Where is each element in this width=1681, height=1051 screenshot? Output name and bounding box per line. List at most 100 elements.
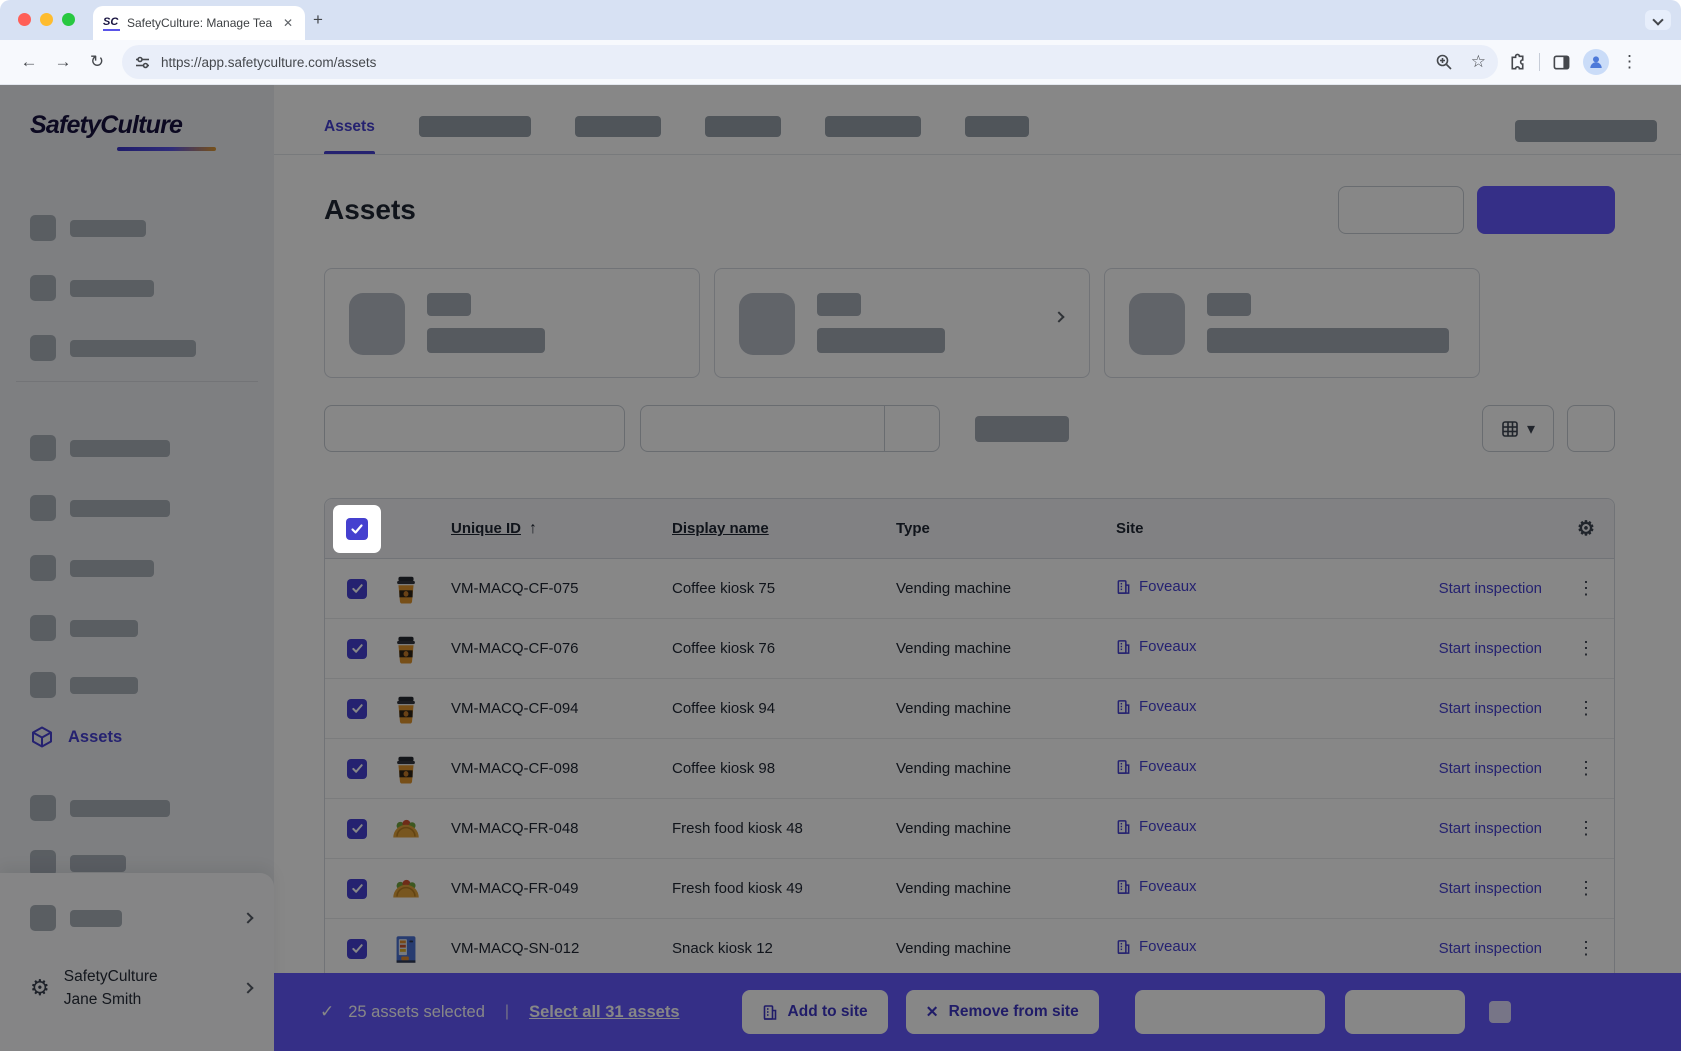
action-placeholder-button[interactable]	[1345, 990, 1465, 1034]
secondary-action-button[interactable]	[1338, 186, 1464, 234]
column-display-name[interactable]: Display name	[672, 520, 769, 537]
window-close-button[interactable]	[18, 13, 31, 26]
table-row[interactable]: VM-MACQ-FR-049 Fresh food kiosk 49 Vendi…	[325, 859, 1614, 919]
row-menu-icon[interactable]: ⋮	[1558, 938, 1614, 959]
building-icon	[1116, 699, 1131, 715]
table-settings-icon[interactable]: ⚙	[1577, 516, 1595, 541]
address-bar[interactable]: https://app.safetyculture.com/assets ☆	[122, 45, 1498, 79]
table-row[interactable]: VM-MACQ-SN-012 Snack kiosk 12 Vending ma…	[325, 919, 1614, 979]
asset-display-name: Coffee kiosk 76	[672, 640, 896, 657]
coffee-kiosk-icon	[389, 752, 423, 786]
filter-input-button[interactable]	[885, 406, 939, 451]
site-link[interactable]: Foveaux	[1116, 578, 1197, 595]
asset-type: Vending machine	[896, 940, 1116, 957]
asset-display-name: Coffee kiosk 75	[672, 580, 896, 597]
row-menu-icon[interactable]: ⋮	[1558, 758, 1614, 779]
column-unique-id[interactable]: Unique ID	[451, 520, 521, 537]
site-link[interactable]: Foveaux	[1116, 938, 1197, 955]
tab-search-button[interactable]	[1645, 10, 1671, 30]
sidebar-bottom-item[interactable]	[30, 905, 252, 931]
filter-input-field[interactable]	[641, 406, 885, 451]
select-all-checkbox[interactable]	[346, 518, 368, 540]
sidebar-item-label: Assets	[68, 728, 122, 747]
row-menu-icon[interactable]: ⋮	[1558, 878, 1614, 899]
start-inspection-link[interactable]: Start inspection	[1439, 760, 1542, 777]
asset-unique-id: VM-MACQ-CF-094	[451, 700, 672, 717]
site-link[interactable]: Foveaux	[1116, 818, 1197, 835]
start-inspection-link[interactable]: Start inspection	[1439, 820, 1542, 837]
building-icon	[1116, 579, 1131, 595]
start-inspection-link[interactable]: Start inspection	[1439, 940, 1542, 957]
row-checkbox[interactable]	[347, 699, 367, 719]
window-minimize-button[interactable]	[40, 13, 53, 26]
profile-avatar[interactable]	[1583, 49, 1609, 75]
url-text[interactable]: https://app.safetyculture.com/assets	[161, 55, 1435, 70]
zoom-page-icon[interactable]	[1435, 53, 1453, 71]
window-controls[interactable]	[18, 13, 75, 26]
row-checkbox[interactable]	[347, 639, 367, 659]
browser-menu-icon[interactable]: ⋮	[1621, 52, 1638, 72]
start-inspection-link[interactable]: Start inspection	[1439, 580, 1542, 597]
site-link[interactable]: Foveaux	[1116, 758, 1197, 775]
reload-button[interactable]: ↻	[82, 47, 112, 77]
card-icon-skeleton	[1129, 293, 1185, 355]
row-menu-icon[interactable]: ⋮	[1558, 698, 1614, 719]
start-inspection-link[interactable]: Start inspection	[1439, 880, 1542, 897]
extensions-icon[interactable]	[1508, 53, 1527, 72]
sidebar-skeleton-item	[30, 334, 196, 362]
row-checkbox[interactable]	[347, 579, 367, 599]
filter-input[interactable]	[640, 405, 940, 452]
add-to-site-button[interactable]: Add to site	[742, 990, 888, 1034]
main-content: Assets Assets	[274, 85, 1681, 1051]
new-tab-button[interactable]: +	[313, 10, 323, 30]
tab-close-icon[interactable]: ✕	[279, 14, 297, 32]
page-tabs: Assets	[274, 85, 1681, 155]
table-row[interactable]: VM-MACQ-FR-048 Fresh food kiosk 48 Vendi…	[325, 799, 1614, 859]
add-to-site-label: Add to site	[788, 1003, 868, 1021]
chevron-right-icon	[242, 912, 253, 923]
table-row[interactable]: VM-MACQ-CF-076 Coffee kiosk 76 Vending m…	[325, 619, 1614, 679]
asset-display-name: Fresh food kiosk 48	[672, 820, 896, 837]
start-inspection-link[interactable]: Start inspection	[1439, 700, 1542, 717]
side-panel-icon[interactable]	[1552, 53, 1571, 72]
selected-count-text: 25 assets selected	[348, 1003, 485, 1022]
table-row[interactable]: VM-MACQ-CF-075 Coffee kiosk 75 Vending m…	[325, 559, 1614, 619]
row-menu-icon[interactable]: ⋮	[1558, 818, 1614, 839]
row-checkbox[interactable]	[347, 819, 367, 839]
sort-asc-icon[interactable]: ↑	[529, 520, 537, 537]
site-info-icon[interactable]	[134, 54, 151, 71]
primary-action-button[interactable]	[1477, 186, 1615, 234]
sidebar-skeleton-item	[30, 794, 170, 822]
table-row[interactable]: VM-MACQ-CF-094 Coffee kiosk 94 Vending m…	[325, 679, 1614, 739]
site-link[interactable]: Foveaux	[1116, 638, 1197, 655]
table-row[interactable]: VM-MACQ-CF-098 Coffee kiosk 98 Vending m…	[325, 739, 1614, 799]
account-switcher[interactable]: ⚙ SafetyCulture Jane Smith	[30, 965, 252, 1012]
tab-assets[interactable]: Assets	[324, 99, 375, 154]
account-info: SafetyCulture Jane Smith	[64, 965, 158, 1012]
view-switcher-button[interactable]: ▾	[1482, 405, 1554, 452]
forward-button[interactable]: →	[48, 47, 78, 77]
remove-from-site-button[interactable]: ✕ Remove from site	[906, 990, 1099, 1034]
sidebar-item-assets[interactable]: Assets	[30, 722, 122, 752]
action-placeholder-button[interactable]	[1135, 990, 1325, 1034]
site-link[interactable]: Foveaux	[1116, 878, 1197, 895]
row-menu-icon[interactable]: ⋮	[1558, 578, 1614, 599]
action-placeholder-toggle[interactable]	[1489, 1001, 1511, 1023]
browser-tab[interactable]: SC SafetyCulture: Manage Teams and... ✕	[93, 6, 305, 40]
filter-extra-button[interactable]	[1567, 405, 1615, 452]
back-button[interactable]: ←	[14, 47, 44, 77]
skeleton-label	[70, 500, 170, 517]
chevron-right-icon[interactable]	[1053, 311, 1064, 322]
start-inspection-link[interactable]: Start inspection	[1439, 640, 1542, 657]
asset-type: Vending machine	[896, 880, 1116, 897]
select-all-link[interactable]: Select all 31 assets	[529, 1003, 679, 1022]
row-checkbox[interactable]	[347, 879, 367, 899]
site-link[interactable]: Foveaux	[1116, 698, 1197, 715]
row-checkbox[interactable]	[347, 759, 367, 779]
search-input[interactable]	[324, 405, 625, 452]
row-menu-icon[interactable]: ⋮	[1558, 638, 1614, 659]
row-checkbox[interactable]	[347, 939, 367, 959]
bookmark-star-icon[interactable]: ☆	[1471, 52, 1486, 72]
window-zoom-button[interactable]	[62, 13, 75, 26]
skeleton-icon	[30, 672, 56, 698]
